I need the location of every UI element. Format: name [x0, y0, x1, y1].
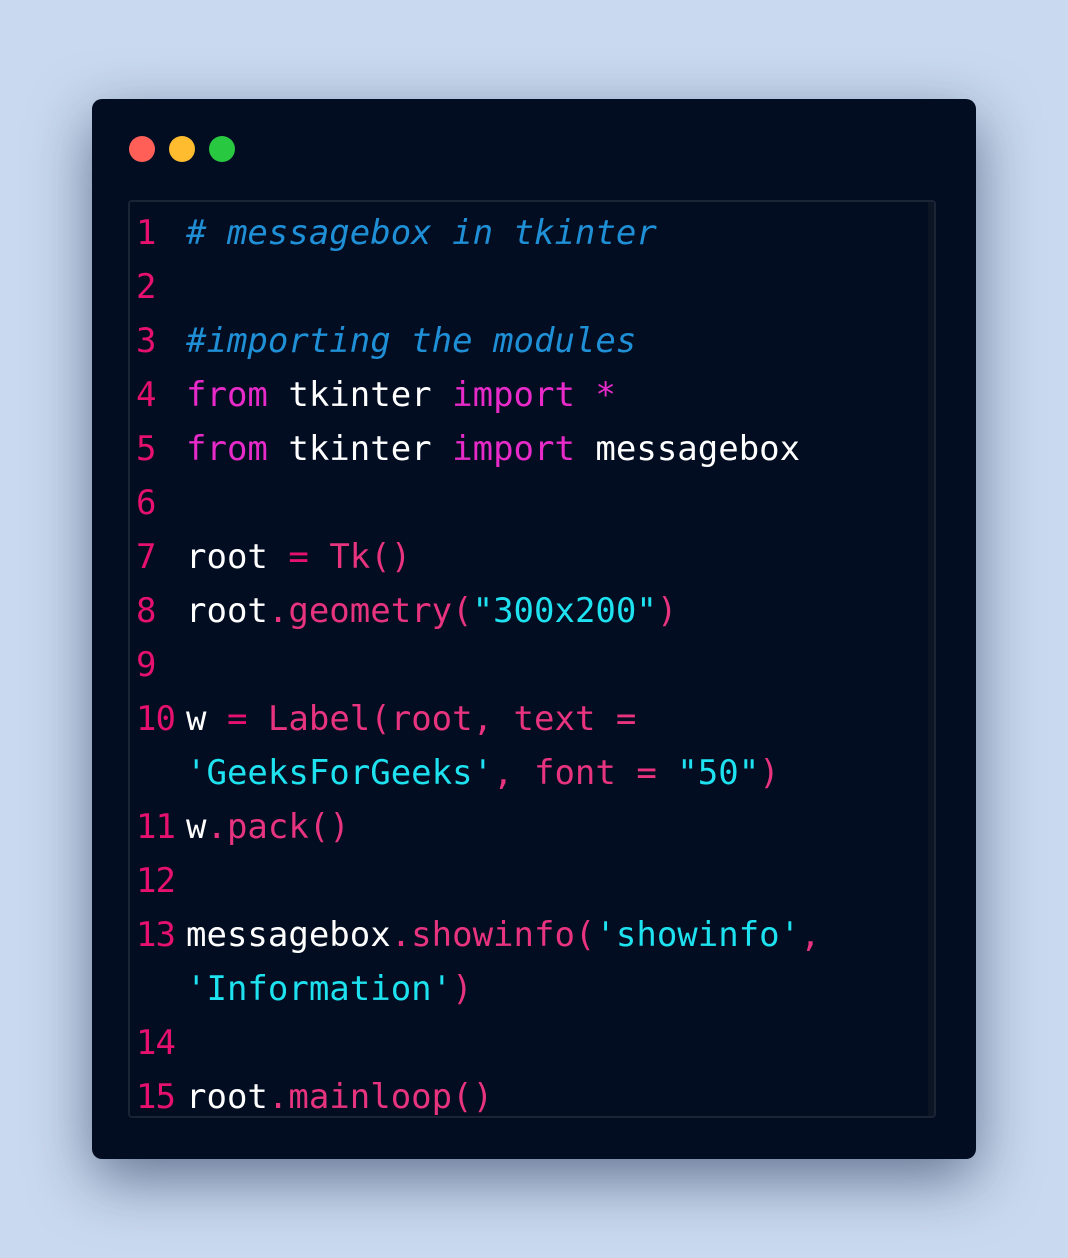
- code-line: 1 # messagebox in tkinter: [130, 206, 926, 260]
- code-line: 8 root.geometry("300x200"): [130, 584, 926, 638]
- line-number: [130, 746, 186, 800]
- code-line: 14: [130, 1016, 926, 1070]
- code-token-call: Label(root, text =: [267, 699, 637, 739]
- code-line: 2: [130, 260, 926, 314]
- code-token-identifier: tkinter: [267, 429, 453, 469]
- code-token-call: .mainloop(): [267, 1077, 494, 1117]
- code-token-string: "50": [677, 753, 760, 793]
- code-token-operator: =: [267, 537, 330, 577]
- line-number: 5: [136, 429, 156, 469]
- code-token-comment: #importing the modules: [186, 321, 637, 361]
- code-text: root.geometry("300x200"): [186, 584, 926, 638]
- line-number: 15: [136, 1077, 176, 1117]
- code-editor: 1 # messagebox in tkinter 2 3 #importing the…: [128, 200, 936, 1118]
- code-line: 13 messagebox.showinfo('showinfo',: [130, 908, 926, 962]
- code-token-call: ,: [800, 915, 821, 955]
- window-controls: [129, 136, 235, 162]
- code-token-call: ): [656, 591, 678, 631]
- code-text: #importing the modules: [186, 314, 926, 368]
- code-token-string: 'Information': [186, 969, 453, 1009]
- line-number: 3: [136, 321, 156, 361]
- code-line: 4 from tkinter import *: [130, 368, 926, 422]
- code-token-operator: =: [206, 699, 268, 739]
- code-text: from tkinter import messagebox: [186, 422, 926, 476]
- line-number: 13: [136, 915, 176, 955]
- code-token-identifier: root: [186, 1077, 268, 1117]
- code-token-keyword: *: [574, 375, 616, 415]
- code-text: from tkinter import *: [186, 368, 926, 422]
- code-text: # messagebox in tkinter: [186, 206, 926, 260]
- code-token-identifier: messagebox: [186, 915, 391, 955]
- code-token-identifier: root: [186, 537, 268, 577]
- line-number: 2: [136, 267, 156, 307]
- code-line: 'Information'): [130, 962, 926, 1016]
- maximize-dot-icon[interactable]: [209, 136, 235, 162]
- code-line: 15 root.mainloop(): [130, 1070, 926, 1117]
- code-line: 9: [130, 638, 926, 692]
- code-token-keyword: import: [452, 429, 575, 469]
- code-token-call: Tk(): [329, 537, 412, 577]
- code-token-call: .showinfo(: [390, 915, 596, 955]
- code-text: root = Tk(): [186, 530, 926, 584]
- code-token-call: .pack(): [206, 807, 350, 847]
- line-number: 4: [136, 375, 156, 415]
- code-token-keyword: import: [452, 375, 575, 415]
- line-number: 8: [136, 591, 156, 631]
- line-number: 9: [136, 645, 156, 685]
- code-token-keyword: from: [186, 429, 268, 469]
- code-text: 'GeeksForGeeks', font = "50"): [186, 746, 926, 800]
- minimize-dot-icon[interactable]: [169, 136, 195, 162]
- code-line: 11 w.pack(): [130, 800, 926, 854]
- code-token-keyword: from: [186, 375, 268, 415]
- code-line: 3 #importing the modules: [130, 314, 926, 368]
- code-token-identifier: messagebox: [574, 429, 801, 469]
- close-dot-icon[interactable]: [129, 136, 155, 162]
- code-token-identifier: tkinter: [267, 375, 453, 415]
- code-token-identifier: root: [186, 591, 268, 631]
- line-number: 7: [136, 537, 156, 577]
- code-token-identifier: w: [186, 807, 207, 847]
- code-lines: 1 # messagebox in tkinter 2 3 #importing the…: [130, 206, 926, 1117]
- line-number: 12: [136, 861, 176, 901]
- code-token-comment: # messagebox in tkinter: [186, 213, 657, 253]
- code-window: 1 # messagebox in tkinter 2 3 #importing the…: [92, 99, 976, 1159]
- code-token-call: ): [759, 753, 780, 793]
- code-token-identifier: w: [186, 699, 207, 739]
- code-line: 6: [130, 476, 926, 530]
- code-line: 12: [130, 854, 926, 908]
- code-text: 'Information'): [186, 962, 926, 1016]
- code-token-string: 'showinfo': [595, 915, 801, 955]
- code-text: w.pack(): [186, 800, 926, 854]
- code-text: messagebox.showinfo('showinfo',: [186, 908, 926, 962]
- code-line: 'GeeksForGeeks', font = "50"): [130, 746, 926, 800]
- line-number: 6: [136, 483, 156, 523]
- code-token-call: .geometry(: [267, 591, 473, 631]
- line-number: 14: [136, 1023, 176, 1063]
- code-line: 7 root = Tk(): [130, 530, 926, 584]
- code-text: root.mainloop(): [186, 1070, 926, 1117]
- code-token-call: , font =: [493, 753, 678, 793]
- code-line: 10 w = Label(root, text =: [130, 692, 926, 746]
- code-token-string: "300x200": [472, 591, 657, 631]
- line-number: 10: [136, 699, 176, 739]
- code-line: 5 from tkinter import messagebox: [130, 422, 926, 476]
- line-number: 11: [136, 807, 176, 847]
- line-number: [130, 962, 186, 1016]
- code-token-string: 'GeeksForGeeks': [186, 753, 494, 793]
- code-token-call: ): [452, 969, 473, 1009]
- code-text: w = Label(root, text =: [186, 692, 926, 746]
- line-number: 1: [136, 213, 156, 253]
